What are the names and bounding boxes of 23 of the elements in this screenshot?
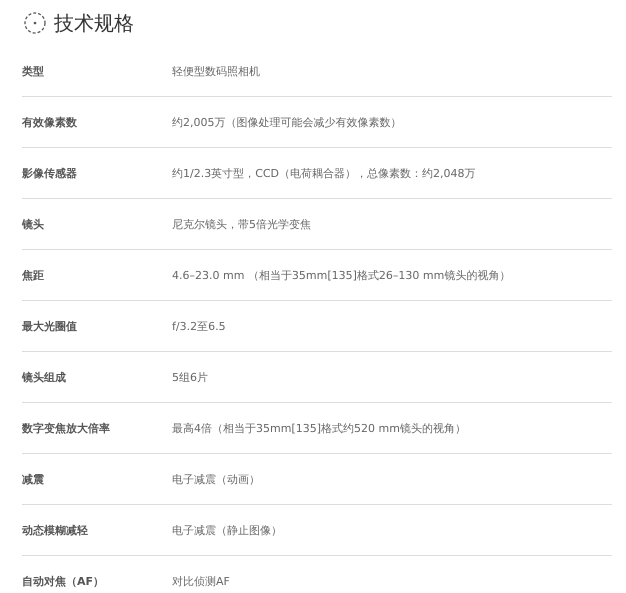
spec-label: 镜头 [22, 216, 45, 232]
spec-value: 5组6片 [172, 370, 208, 384]
spec-value: 最高4倍（相当于35mm[135]格式约520 mm镜头的视角） [172, 420, 466, 436]
spec-value: 对比侦测AF [172, 574, 230, 588]
spec-value: 约2,005万（图像处理可能会减少有效像素数） [172, 114, 402, 130]
spec-label: 影像传感器 [22, 166, 78, 180]
spec-value: 电子减震（静止图像） [172, 522, 282, 538]
spec-label: 最大光圈值 [22, 318, 78, 334]
section-title: 技术规格 [54, 10, 134, 36]
spec-label: 动态模糊减轻 [22, 522, 89, 538]
spec-label: 镜头组成 [22, 370, 67, 384]
spec-label: 数字变焦放大倍率 [22, 420, 111, 436]
spec-label: 自动对焦（AF） [22, 574, 106, 588]
spec-value: 约1/2.3英寸型，CCD（电荷耦合器），总像素数：约2,048万 [172, 166, 476, 180]
spec-label: 焦距 [22, 268, 45, 282]
spec-label: 减震 [22, 472, 45, 486]
spec-value: 4.6–23.0 mm （相当于35mm[135]格式26–130 mm镜头的视角） [172, 268, 510, 282]
spec-value: 电子减震（动画） [172, 472, 260, 486]
spec-value: 轻便型数码照相机 [172, 64, 260, 78]
spec-value: 尼克尔镜头，带5倍光学变焦 [172, 216, 311, 232]
spec-value: f/3.2至6.5 [172, 318, 226, 334]
spec-label: 类型 [22, 64, 45, 78]
spec-label: 有效像素数 [22, 114, 78, 130]
